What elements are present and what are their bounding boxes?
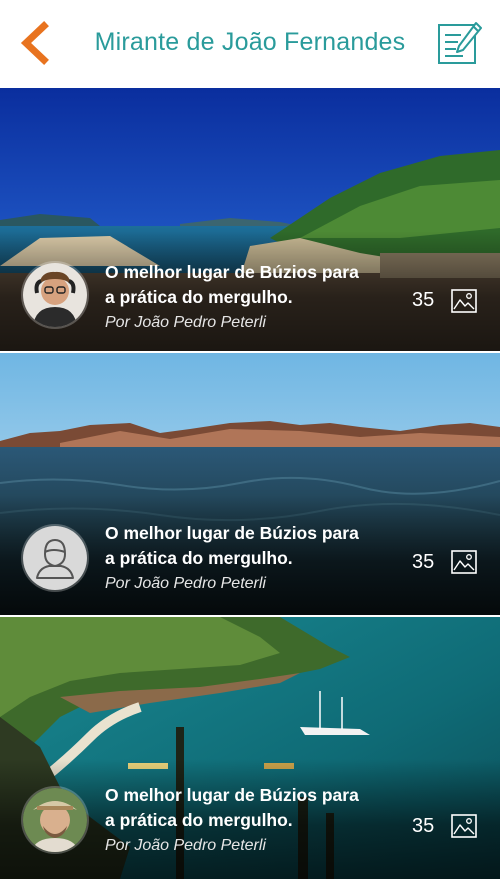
user-placeholder-icon <box>23 526 87 590</box>
author-photo <box>23 788 87 852</box>
post-title: O melhor lugar de Búzios para a prática … <box>105 262 359 307</box>
gallery-button[interactable] <box>451 550 477 574</box>
gallery-button[interactable] <box>451 289 477 313</box>
post-card-2[interactable]: O melhor lugar de Búzios para a prática … <box>0 353 500 615</box>
photo-count: 35 <box>412 289 435 311</box>
image-gallery-icon <box>451 814 477 838</box>
author-photo <box>23 263 87 327</box>
author-avatar[interactable] <box>23 263 87 327</box>
image-gallery-icon <box>451 550 477 574</box>
gallery-button[interactable] <box>451 814 477 838</box>
author-avatar[interactable] <box>23 526 87 590</box>
author-avatar[interactable] <box>23 788 87 852</box>
post-title: O melhor lugar de Búzios para a prática … <box>105 785 359 830</box>
post-card-3[interactable]: O melhor lugar de Búzios para a prática … <box>0 617 500 879</box>
compose-button[interactable] <box>436 20 482 66</box>
image-gallery-icon <box>451 289 477 313</box>
post-author: Por João Pedro Peterli <box>105 314 266 331</box>
compose-icon <box>438 22 482 64</box>
post-title: O melhor lugar de Búzios para a prática … <box>105 523 359 568</box>
post-card-1[interactable]: O melhor lugar de Búzios para a prática … <box>0 88 500 351</box>
post-author: Por João Pedro Peterli <box>105 837 266 854</box>
app-header: Mirante de João Fernandes <box>0 0 500 88</box>
photo-count: 35 <box>412 815 435 837</box>
page-title: Mirante de João Fernandes <box>94 28 406 56</box>
photo-count: 35 <box>412 551 435 573</box>
post-author: Por João Pedro Peterli <box>105 575 266 592</box>
